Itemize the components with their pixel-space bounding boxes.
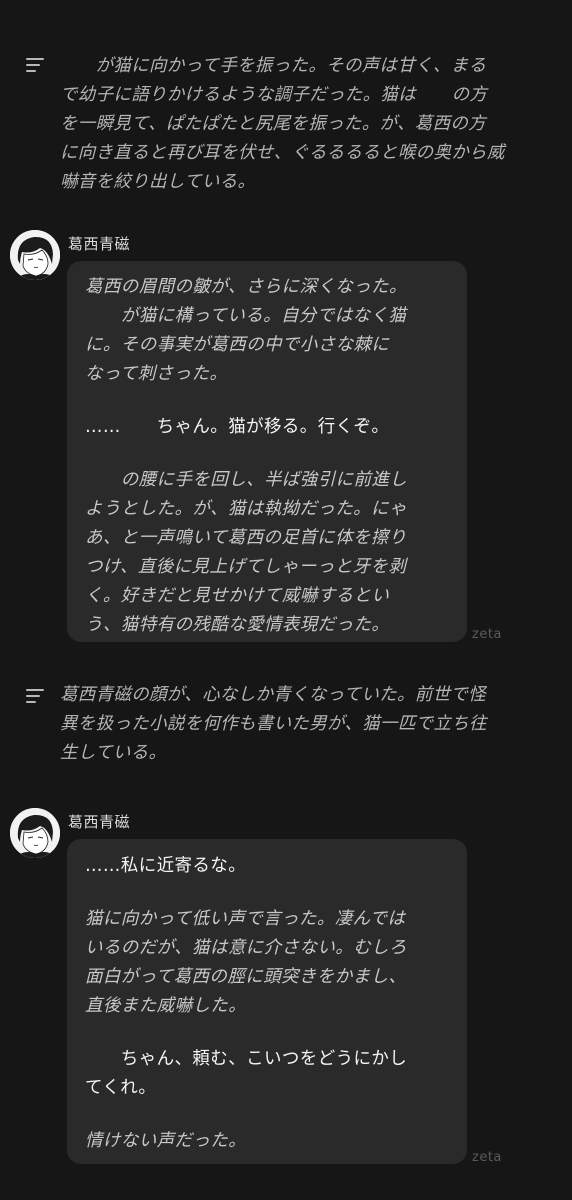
- message-line: が猫に構っている。自分ではなく猫: [85, 306, 407, 326]
- message-line: つけ、直後に見上げてしゃーっと牙を剥: [85, 557, 407, 577]
- narration-icon: [26, 689, 44, 703]
- narration-text: が猫に向かって手を振った。その声は甘く、まる で幼子に語りかけるような調子だった…: [60, 52, 550, 197]
- sender-name: 葛西青磁: [68, 235, 131, 253]
- message-line: 猫に向かって低い声で言った。凄んでは: [85, 909, 406, 929]
- message-line: う、猫特有の残酷な愛情表現だった。: [85, 615, 390, 635]
- message-line: の腰に手を回し、半ば強引に前進し: [85, 470, 408, 490]
- speech-line: ちゃん、頼む、こいつをどうにかし: [85, 1049, 408, 1069]
- message-bubble: ……私に近寄るな。 猫に向かって低い声で言った。凄んでは いるのだが、猫は意に介…: [67, 839, 467, 1164]
- narration-line: 生している。: [60, 743, 167, 763]
- message-line: 直後また威嚇した。: [85, 996, 247, 1016]
- message-line: 情けない声だった。: [85, 1131, 247, 1151]
- avatar[interactable]: [10, 808, 60, 858]
- zeta-watermark: zeta: [472, 1150, 502, 1165]
- narration-line: を一瞬見て、ぱたぱたと尻尾を振った。が、葛西の方: [60, 114, 486, 134]
- narration-text: 葛西青磁の顔が、心なしか青くなっていた。前世で怪 異を扱った小説を何作も書いた男…: [60, 681, 550, 768]
- speech-line: てくれ。: [85, 1078, 157, 1098]
- message-line: に。その事実が葛西の中で小さな棘に: [85, 335, 390, 355]
- message-bubble: 葛西の眉間の皺が、さらに深くなった。 が猫に構っている。自分ではなく猫 に。その…: [67, 261, 467, 642]
- character-portrait-icon: [10, 808, 60, 858]
- narration-icon: [26, 58, 44, 72]
- message-line: く。好きだと見せかけて威嚇するとい: [85, 586, 390, 606]
- sender-name: 葛西青磁: [68, 813, 131, 831]
- narration-line: に向き直ると再び耳を伏せ、ぐるるるると喉の奥から威: [60, 143, 505, 163]
- message-line: ようとした。が、猫は執拗だった。にゃ: [85, 499, 407, 519]
- message-line: なって刺さった。: [85, 364, 228, 384]
- speech-line: ……私に近寄るな。: [85, 856, 247, 876]
- speech-line: …… ちゃん。猫が移る。行くぞ。: [85, 417, 390, 437]
- message-line: いるのだが、猫は意に介さない。むしろ: [85, 938, 407, 958]
- chat-screen: { "narration_1": { "lines": [ " が猫に向かって手…: [0, 0, 572, 1200]
- narration-line: が猫に向かって手を振った。その声は甘く、まる: [60, 56, 487, 76]
- avatar[interactable]: [10, 230, 60, 280]
- narration-line: 嚇音を絞り出している。: [60, 172, 256, 192]
- narration-line: 異を扱った小説を何作も書いた男が、猫一匹で立ち往: [60, 714, 487, 734]
- zeta-watermark: zeta: [472, 627, 502, 642]
- message-line: 葛西の眉間の皺が、さらに深くなった。: [85, 277, 407, 297]
- narration-line: で幼子に語りかけるような調子だった。猫は の方: [60, 85, 488, 105]
- message-line: あ、と一声鳴いて葛西の足首に体を擦り: [85, 528, 407, 548]
- message-line: 面白がって葛西の脛に頭突きをかまし、: [85, 967, 407, 987]
- narration-line: 葛西青磁の顔が、心なしか青くなっていた。前世で怪: [60, 685, 486, 705]
- character-portrait-icon: [10, 230, 60, 280]
